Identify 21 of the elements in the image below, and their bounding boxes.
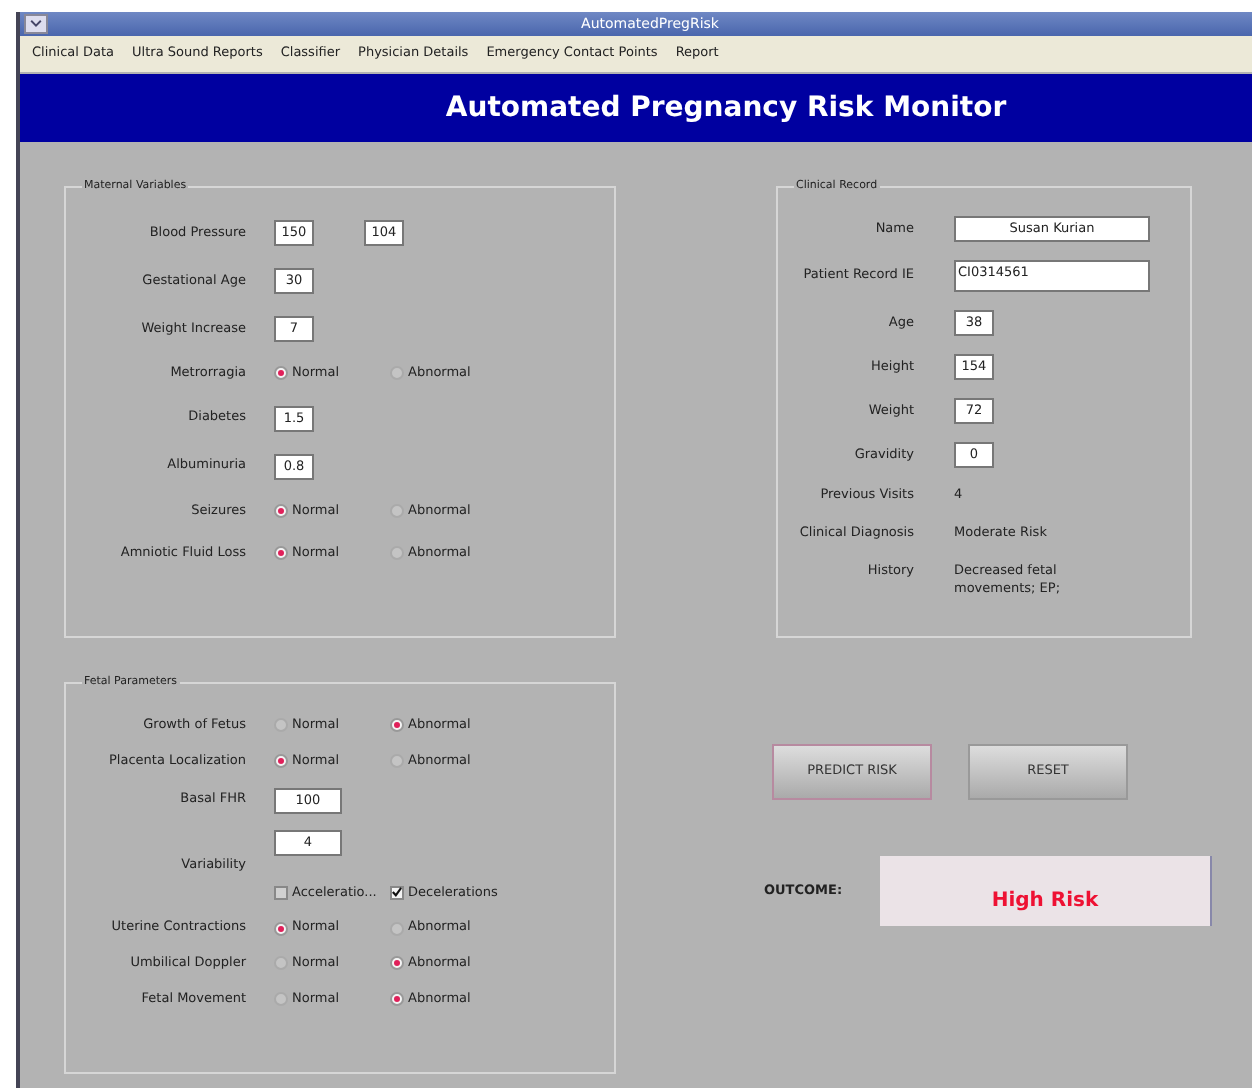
radio-button[interactable] <box>390 504 404 519</box>
checkbox[interactable] <box>274 885 288 900</box>
header-title: Automated Pregnancy Risk Monitor <box>445 89 1007 127</box>
radio-button[interactable] <box>390 545 404 560</box>
radio-button[interactable] <box>274 956 288 971</box>
radio-button[interactable] <box>390 921 404 936</box>
radio-button[interactable] <box>390 956 404 971</box>
radio-button[interactable] <box>274 992 288 1007</box>
radio-button[interactable] <box>274 718 288 733</box>
radio-button[interactable] <box>274 366 288 381</box>
system-menu-icon[interactable] <box>24 14 48 34</box>
radio-button[interactable] <box>390 992 404 1007</box>
radio-button[interactable] <box>390 718 404 733</box>
outcome-value: High Risk <box>880 856 1212 926</box>
checkbox[interactable] <box>390 885 404 900</box>
radio-button[interactable] <box>390 754 404 769</box>
radio-button[interactable] <box>274 504 288 519</box>
radio-button[interactable] <box>274 754 288 769</box>
radio-button[interactable] <box>274 545 288 560</box>
radio-button[interactable] <box>274 921 288 936</box>
radio-button[interactable] <box>390 366 404 381</box>
